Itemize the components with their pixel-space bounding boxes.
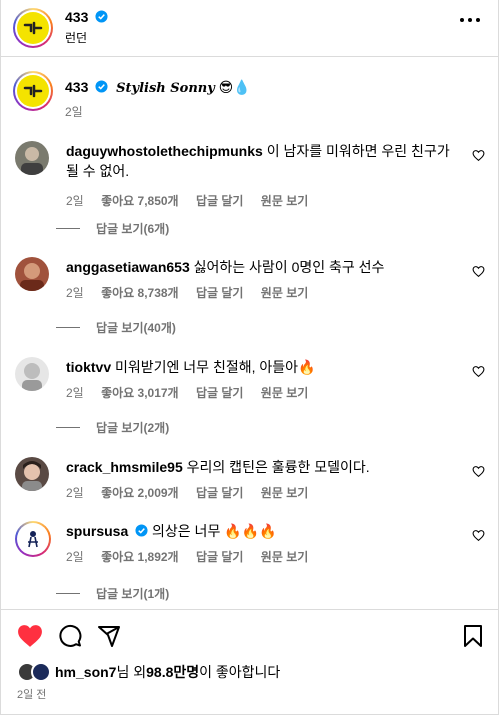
comment-avatar[interactable] — [15, 357, 49, 391]
comment-likes[interactable]: 좋아요 7,850개 — [101, 194, 179, 208]
bookmark-icon[interactable] — [462, 624, 484, 648]
view-replies-button[interactable]: 답글 보기(2개) — [56, 419, 169, 436]
comment-text: 싫어하는 사람이 0명인 축구 선수 — [193, 259, 385, 275]
view-replies-label: 답글 보기(1개) — [96, 587, 170, 601]
433-logo — [17, 75, 49, 107]
comment-likes[interactable]: 좋아요 2,009개 — [101, 486, 179, 500]
comment-avatar[interactable] — [15, 141, 49, 175]
433-logo — [17, 12, 49, 44]
reply-button[interactable]: 답글 달기 — [196, 550, 244, 564]
likes-summary: hm_son7 님 외 98.8만명 이 좋아합니다 — [17, 661, 280, 683]
comment-time: 2일 — [66, 486, 84, 500]
comment-meta: 2일 좋아요 7,850개 답글 달기 원문 보기 — [66, 191, 461, 211]
comment-icon[interactable] — [58, 624, 82, 648]
see-original-button[interactable]: 원문 보기 — [261, 386, 309, 400]
view-replies-label: 답글 보기(40개) — [96, 321, 176, 335]
comment-time: 2일 — [66, 386, 84, 400]
reply-button[interactable]: 답글 달기 — [196, 386, 244, 400]
comment-likes[interactable]: 좋아요 8,738개 — [101, 286, 179, 300]
view-replies-label: 답글 보기(6개) — [96, 222, 170, 236]
caption-time: 2일 — [65, 105, 83, 119]
see-original-button[interactable]: 원문 보기 — [261, 550, 309, 564]
heart-icon[interactable] — [472, 149, 485, 162]
liker-avatars — [17, 662, 53, 682]
see-original-button[interactable]: 원문 보기 — [261, 486, 309, 500]
caption-username[interactable]: 433 — [65, 79, 88, 95]
caption-text: Stylish Sonny — [116, 81, 215, 96]
account-username[interactable]: 433 — [65, 9, 88, 25]
comment-username[interactable]: tioktvv — [66, 359, 111, 375]
liker-username[interactable]: hm_son7 — [55, 664, 116, 680]
heart-icon[interactable] — [472, 529, 485, 542]
caption-emoji: 😎💧 — [218, 80, 251, 96]
comment-body: tioktvv 미워받기엔 너무 친절해, 아들아🔥 2일 좋아요 3,017개… — [66, 357, 461, 403]
comment-meta: 2일 좋아요 2,009개 답글 달기 원문 보기 — [66, 483, 461, 503]
comment-text: 미워받기엔 너무 친절해, 아들아🔥 — [115, 359, 316, 375]
replies-divider — [56, 427, 80, 428]
comment-meta: 2일 좋아요 1,892개 답글 달기 원문 보기 — [66, 547, 461, 567]
heart-icon[interactable] — [472, 465, 485, 478]
comment-time: 2일 — [66, 286, 84, 300]
more-icon[interactable] — [460, 18, 480, 24]
caption-avatar[interactable] — [13, 71, 53, 111]
verified-icon — [95, 10, 108, 23]
location-link[interactable]: 런던 — [65, 29, 87, 46]
comment-body: crack_hmsmile95 우리의 캡틴은 훌륭한 모델이다. 2일 좋아요… — [66, 457, 461, 503]
account-avatar[interactable] — [13, 8, 53, 48]
view-replies-label: 답글 보기(2개) — [96, 421, 170, 435]
comment-avatar[interactable] — [15, 257, 49, 291]
replies-divider — [56, 228, 80, 229]
post-action-bar — [1, 609, 498, 659]
comment-text: 우리의 캡틴은 훌륭한 모델이다. — [186, 459, 370, 475]
caption-row: 433 Stylish Sonny 😎💧 — [65, 79, 251, 96]
comment-meta: 2일 좋아요 3,017개 답글 달기 원문 보기 — [66, 383, 461, 403]
heart-icon[interactable] — [472, 365, 485, 378]
heart-icon[interactable] — [17, 624, 43, 648]
post-header: 433 런던 — [1, 0, 498, 57]
reply-button[interactable]: 답글 달기 — [196, 286, 244, 300]
comment-avatar[interactable] — [15, 457, 49, 491]
post-timestamp: 2일 전 — [17, 689, 47, 701]
likes-suffix-1: 님 외 — [116, 664, 147, 680]
comment-body: anggasetiawan653 싫어하는 사람이 0명인 축구 선수 2일 좋… — [66, 257, 461, 303]
heart-icon[interactable] — [472, 265, 485, 278]
comment-time: 2일 — [66, 194, 84, 208]
verified-icon — [95, 80, 108, 93]
replies-divider — [56, 327, 80, 328]
reply-button[interactable]: 답글 달기 — [196, 486, 244, 500]
comment-time: 2일 — [66, 550, 84, 564]
see-original-button[interactable]: 원문 보기 — [261, 286, 309, 300]
view-replies-button[interactable]: 답글 보기(1개) — [56, 585, 169, 602]
verified-icon — [135, 524, 148, 537]
comment-username[interactable]: daguywhostolethechipmunks — [66, 143, 263, 159]
comment-likes[interactable]: 좋아요 3,017개 — [101, 386, 179, 400]
view-replies-button[interactable]: 답글 보기(6개) — [56, 220, 169, 237]
comment-username[interactable]: spursusa — [66, 523, 128, 539]
see-original-button[interactable]: 원문 보기 — [261, 194, 309, 208]
view-replies-button[interactable]: 답글 보기(40개) — [56, 319, 176, 336]
comment-avatar[interactable] — [15, 521, 51, 557]
comment-body: spursusa 의상은 너무 🔥🔥🔥 2일 좋아요 1,892개 답글 달기 … — [66, 521, 461, 567]
comment-likes[interactable]: 좋아요 1,892개 — [101, 550, 179, 564]
likes-suffix-2: 이 좋아합니다 — [199, 664, 281, 680]
comment-body: daguywhostolethechipmunks 이 남자를 미워하면 우린 … — [66, 141, 461, 211]
comment-username[interactable]: anggasetiawan653 — [66, 259, 190, 275]
likes-count[interactable]: 98.8만명 — [146, 662, 199, 682]
comment-text: 의상은 너무 🔥🔥🔥 — [152, 523, 277, 539]
share-icon[interactable] — [97, 624, 121, 648]
comment-meta: 2일 좋아요 8,738개 답글 달기 원문 보기 — [66, 283, 461, 303]
comment-username[interactable]: crack_hmsmile95 — [66, 459, 183, 475]
post-panel: 433 런던 433 Stylish Sonny 😎💧 2일 daguywhos… — [0, 0, 499, 715]
replies-divider — [56, 593, 80, 594]
reply-button[interactable]: 답글 달기 — [196, 194, 244, 208]
account-name-row: 433 — [65, 9, 108, 25]
